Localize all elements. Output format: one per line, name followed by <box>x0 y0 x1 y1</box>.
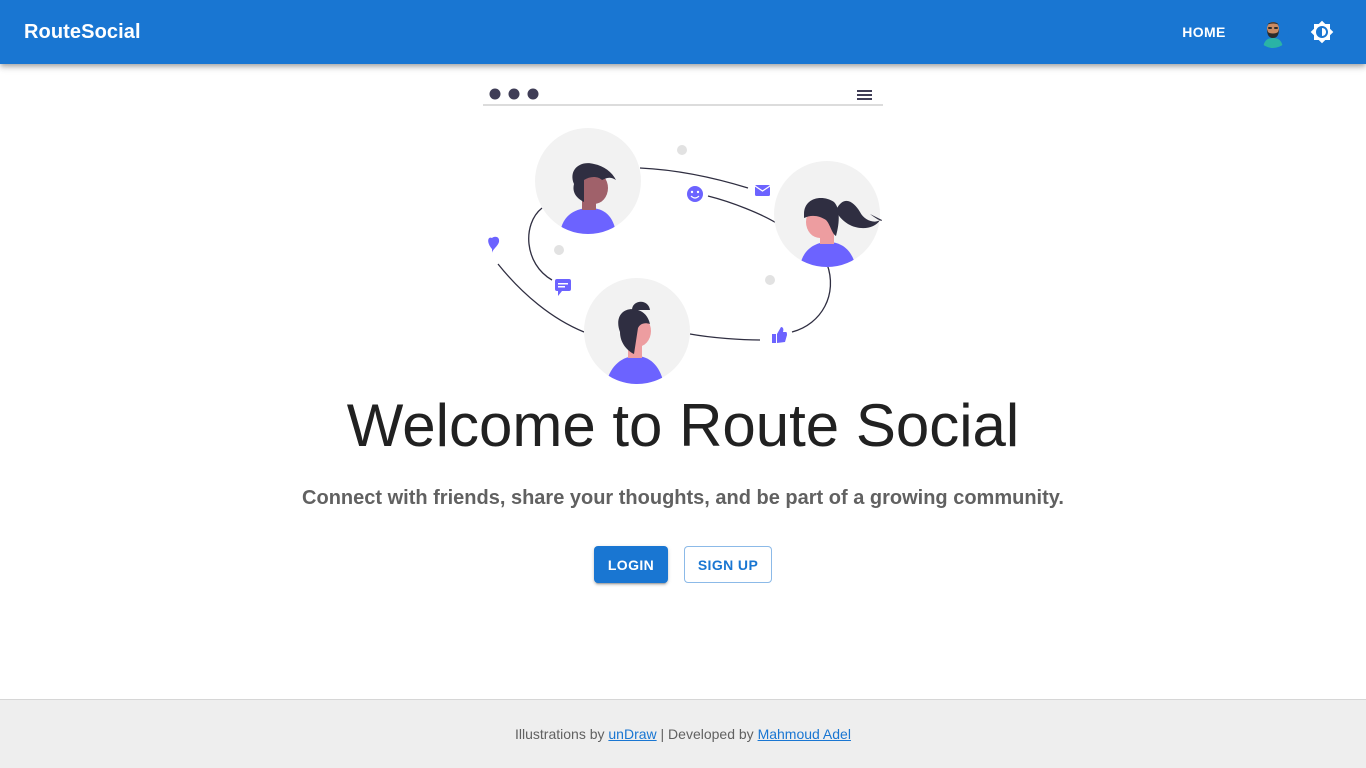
avatar-icon <box>1257 16 1289 48</box>
brightness-icon <box>1310 20 1334 44</box>
welcome-heading: Welcome to Route Social <box>346 392 1020 459</box>
footer-credit-separator: | Developed by <box>656 726 758 742</box>
connected-people-illustration <box>482 84 884 386</box>
app-bar: RouteSocial HOME <box>0 0 1366 64</box>
signup-button[interactable]: SIGN UP <box>684 546 772 583</box>
undraw-link[interactable]: unDraw <box>608 726 656 742</box>
login-button[interactable]: LOGIN <box>594 546 668 583</box>
author-link[interactable]: Mahmoud Adel <box>758 726 851 742</box>
user-avatar[interactable] <box>1257 16 1289 48</box>
brand-title[interactable]: RouteSocial <box>24 0 141 64</box>
theme-toggle-button[interactable] <box>1306 16 1338 48</box>
tagline: Connect with friends, share your thought… <box>302 487 1064 509</box>
footer-credit-prefix: Illustrations by <box>515 726 609 742</box>
home-nav-button[interactable]: HOME <box>1172 14 1236 50</box>
footer: Illustrations by unDraw | Developed by M… <box>0 699 1366 768</box>
